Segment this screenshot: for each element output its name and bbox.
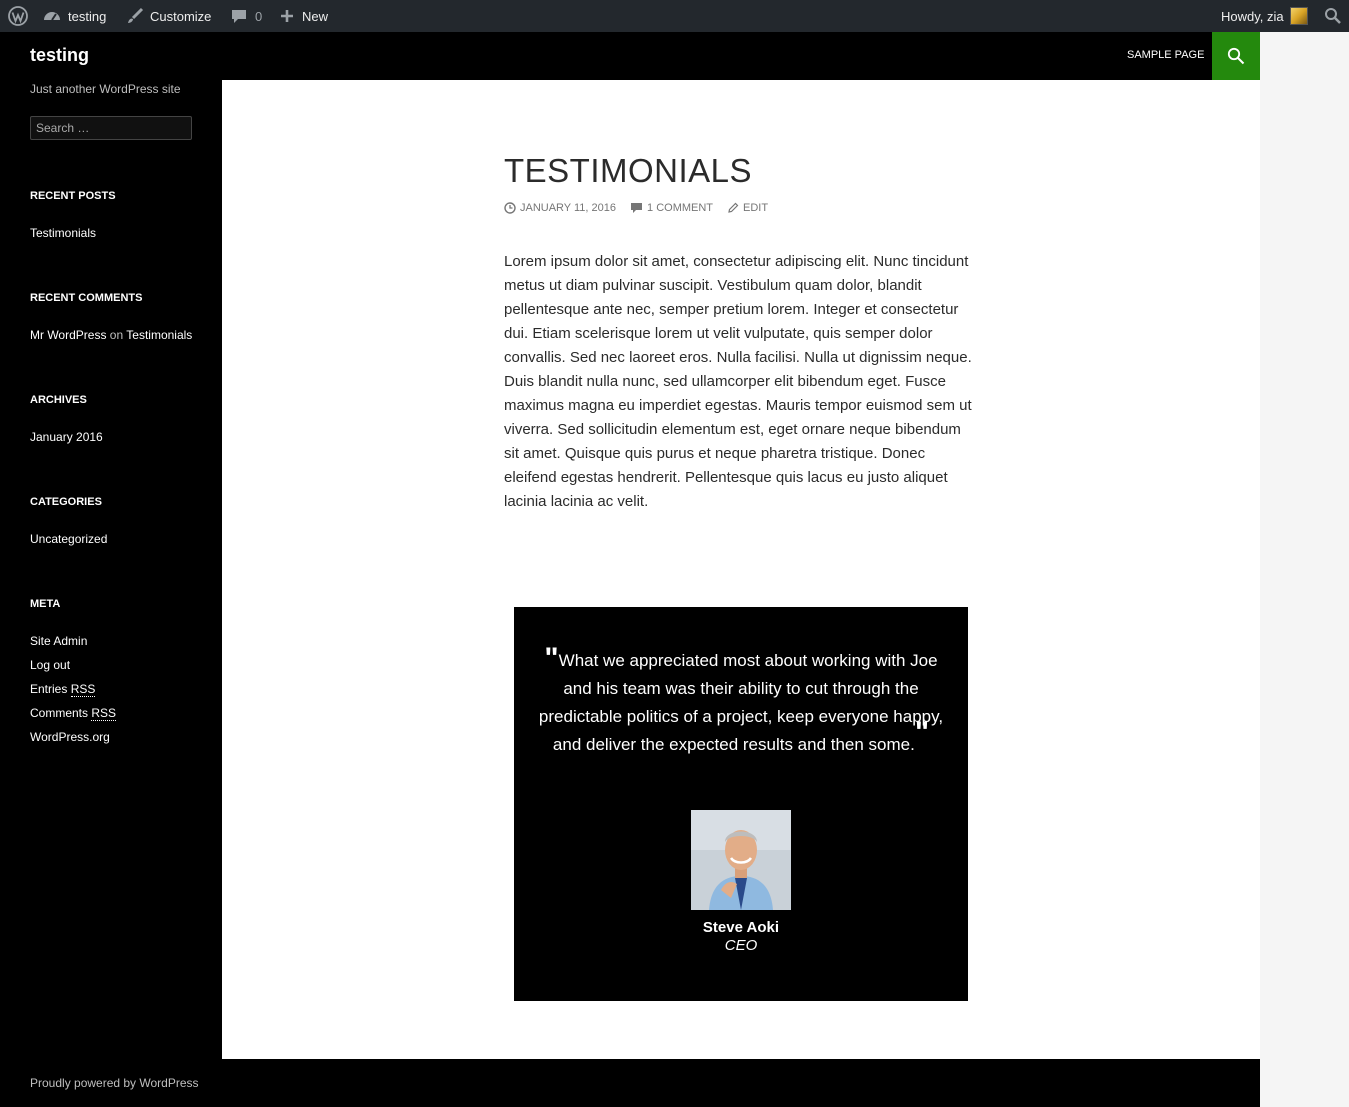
pencil-icon bbox=[728, 202, 739, 213]
wordpress-org-link[interactable]: WordPress.org bbox=[30, 730, 110, 744]
testimonial-name: Steve Aoki bbox=[702, 919, 780, 936]
meta-heading: META bbox=[30, 598, 61, 610]
testimonial-role: CEO bbox=[724, 937, 758, 954]
wordpress-logo-icon[interactable] bbox=[8, 0, 28, 32]
admin-bar: testing Customize 0 New Howdy, zia bbox=[0, 0, 1349, 32]
clock-icon bbox=[504, 202, 516, 214]
sidebar-search-input[interactable]: Search … bbox=[30, 116, 192, 140]
recent-post-link[interactable]: Testimonials bbox=[30, 226, 96, 240]
categories-heading: CATEGORIES bbox=[30, 496, 102, 508]
testimonial-quote-block: "What we appreciated most about working … bbox=[532, 644, 950, 759]
recent-posts-heading: RECENT POSTS bbox=[30, 190, 116, 202]
entries-rss-link[interactable]: Entries RSS bbox=[30, 682, 96, 697]
post-title: TESTIMONIALS bbox=[504, 152, 753, 189]
post-comments-link[interactable]: 1 COMMENT bbox=[630, 202, 713, 214]
archive-link[interactable]: January 2016 bbox=[30, 430, 103, 444]
category-link[interactable]: Uncategorized bbox=[30, 532, 107, 546]
new-label: New bbox=[302, 8, 329, 24]
testimonial-card: "What we appreciated most about working … bbox=[514, 607, 968, 1001]
site-admin-link[interactable]: Site Admin bbox=[30, 634, 87, 648]
search-icon bbox=[1227, 47, 1245, 65]
site-name-label: testing bbox=[68, 8, 107, 24]
howdy-label: Howdy, zia bbox=[1221, 8, 1284, 24]
site-name-menu[interactable]: testing bbox=[42, 0, 106, 32]
post-date: JANUARY 11, 2016 bbox=[520, 202, 617, 214]
customize-label: Customize bbox=[150, 8, 212, 24]
post-edit-label: EDIT bbox=[743, 202, 769, 214]
avatar-icon bbox=[1289, 7, 1308, 25]
brush-icon bbox=[128, 7, 144, 23]
dashboard-icon bbox=[44, 12, 60, 21]
rss-abbr: RSS bbox=[91, 706, 117, 721]
close-quote-mark: " bbox=[914, 716, 930, 749]
comment-post-link[interactable]: Testimonials bbox=[126, 328, 192, 342]
powered-by-link[interactable]: Proudly powered by WordPress bbox=[30, 1076, 199, 1090]
rss-abbr: RSS bbox=[70, 682, 96, 697]
comment-icon bbox=[232, 10, 246, 23]
open-quote-mark: " bbox=[544, 642, 559, 675]
comment-icon bbox=[631, 203, 643, 213]
recent-comments-heading: RECENT COMMENTS bbox=[30, 292, 143, 304]
my-account-menu[interactable]: Howdy, zia bbox=[1221, 0, 1308, 32]
nav-sample-page[interactable]: SAMPLE PAGE bbox=[1127, 49, 1204, 61]
site-footer: Proudly powered by WordPress bbox=[0, 1059, 1260, 1107]
post-body: Lorem ipsum dolor sit amet, consectetur … bbox=[504, 253, 972, 510]
post-edit-link[interactable]: EDIT bbox=[727, 202, 768, 214]
post-date-link[interactable]: JANUARY 11, 2016 bbox=[504, 202, 616, 214]
archives-heading: ARCHIVES bbox=[30, 394, 87, 406]
entries-label: Entries bbox=[30, 682, 68, 696]
site-title[interactable]: testing bbox=[30, 45, 89, 66]
search-toggle-button[interactable] bbox=[1212, 32, 1260, 80]
search-placeholder: Search … bbox=[36, 121, 90, 135]
main-content: TESTIMONIALS JANUARY 11, 2016 1 COMMENT … bbox=[222, 80, 1260, 1059]
site-page: testing SAMPLE PAGE Just another WordPre… bbox=[0, 32, 1260, 1107]
post-meta: JANUARY 11, 2016 1 COMMENT EDIT bbox=[504, 202, 782, 214]
plus-icon bbox=[281, 10, 293, 22]
recent-comment-item: Mr WordPress on Testimonials bbox=[30, 328, 192, 342]
customize-menu[interactable]: Customize bbox=[126, 0, 211, 32]
new-content-menu[interactable]: New bbox=[280, 0, 328, 32]
comments-menu[interactable]: 0 bbox=[230, 0, 262, 32]
post-comments-count: 1 COMMENT bbox=[647, 202, 714, 214]
comment-author-link[interactable]: Mr WordPress bbox=[30, 328, 106, 342]
testimonial-avatar bbox=[691, 810, 791, 910]
comments-rss-link[interactable]: Comments RSS bbox=[30, 706, 117, 721]
comments-label: Comments bbox=[30, 706, 89, 720]
comment-on-label: on bbox=[109, 328, 124, 342]
testimonial-quote: What we appreciated most about working w… bbox=[538, 651, 944, 754]
log-out-link[interactable]: Log out bbox=[30, 658, 70, 672]
site-header: testing SAMPLE PAGE bbox=[0, 32, 1260, 80]
site-description: Just another WordPress site bbox=[30, 82, 181, 96]
admin-search-icon[interactable] bbox=[1324, 0, 1342, 32]
comments-count: 0 bbox=[255, 8, 263, 24]
